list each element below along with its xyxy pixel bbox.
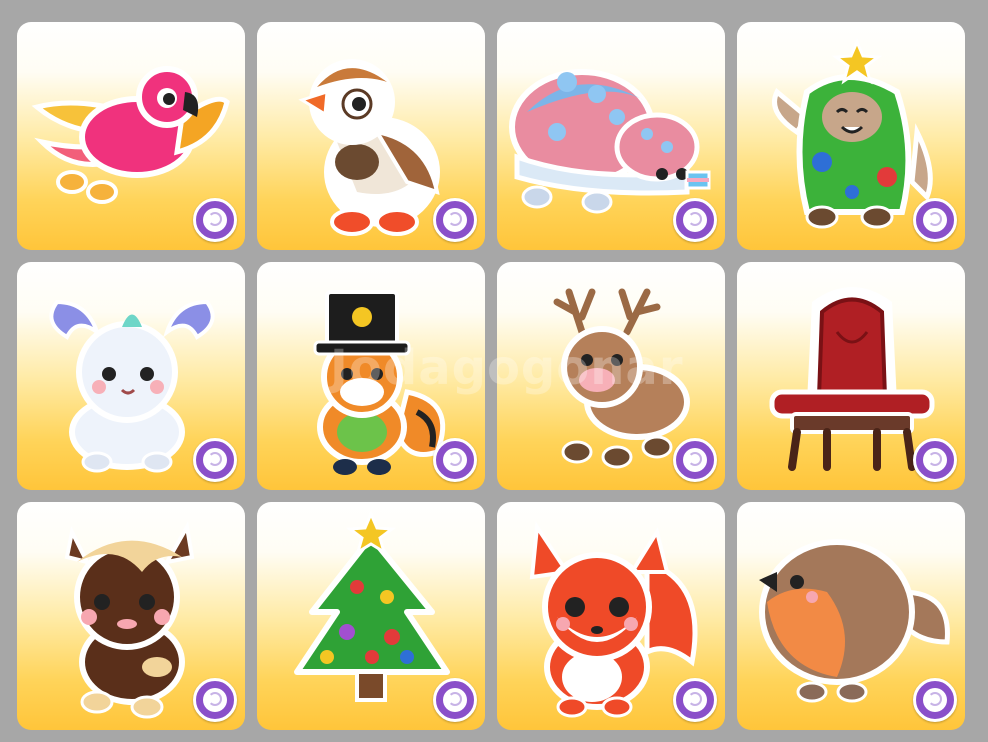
rarity-badge-icon (433, 678, 477, 722)
rarity-badge-icon (673, 678, 717, 722)
item-tile-parrot[interactable] (17, 22, 245, 250)
item-grid (17, 22, 965, 730)
item-tile-winter-fox[interactable] (17, 262, 245, 490)
rarity-badge-icon (193, 678, 237, 722)
item-tile-puffin[interactable] (257, 22, 485, 250)
rarity-badge-icon (913, 438, 957, 482)
rarity-badge-icon (193, 198, 237, 242)
item-tile-reindeer[interactable] (497, 262, 725, 490)
rarity-badge-icon (193, 438, 237, 482)
item-tile-tree-costume-sloth[interactable] (737, 22, 965, 250)
item-tile-snail-pair[interactable] (497, 22, 725, 250)
item-tile-robin[interactable] (737, 502, 965, 730)
rarity-badge-icon (433, 198, 477, 242)
item-tile-red-fox[interactable] (497, 502, 725, 730)
rarity-badge-icon (913, 198, 957, 242)
item-tile-pony[interactable] (17, 502, 245, 730)
item-tile-throne[interactable] (737, 262, 965, 490)
rarity-badge-icon (673, 438, 717, 482)
rarity-badge-icon (913, 678, 957, 722)
rarity-badge-icon (673, 198, 717, 242)
item-tile-christmas-tree[interactable] (257, 502, 485, 730)
rarity-badge-icon (433, 438, 477, 482)
item-tile-hat-fox[interactable] (257, 262, 485, 490)
